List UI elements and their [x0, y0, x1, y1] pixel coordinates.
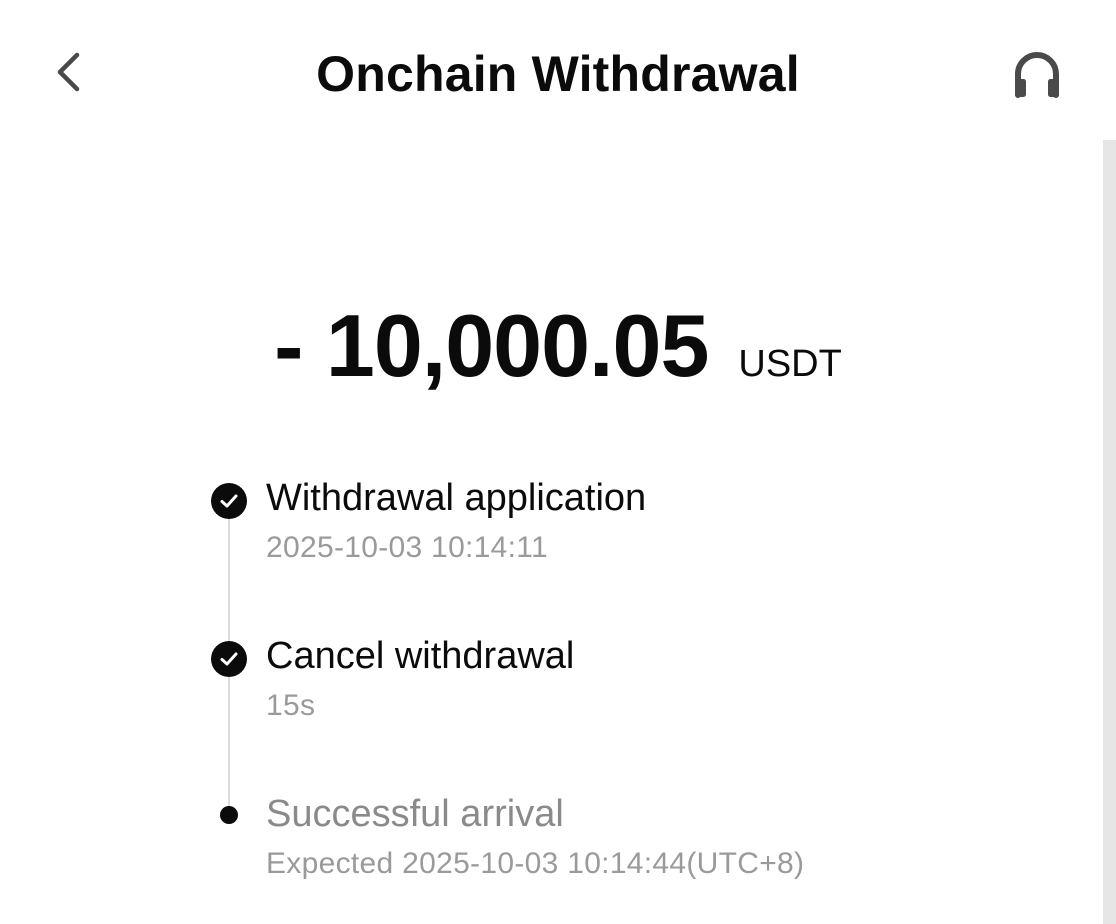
amount-value: - 10,000.05: [274, 296, 709, 395]
scrollbar[interactable]: [1103, 140, 1116, 924]
step-title-withdrawal-application: Withdrawal application: [266, 477, 647, 519]
dot-icon: [220, 806, 238, 824]
check-circle-icon: [211, 483, 247, 519]
headset-icon: [1015, 52, 1059, 98]
customer-support-button[interactable]: [1004, 44, 1070, 104]
amount-display: - 10,000.05 USDT: [0, 296, 1116, 396]
step-expected-time: Expected 2025-10-03 10:14:44(UTC+8): [266, 847, 805, 880]
header-bar: Onchain Withdrawal: [0, 0, 1116, 140]
page-title: Onchain Withdrawal: [316, 46, 800, 102]
step-title-successful-arrival: Successful arrival: [266, 793, 564, 835]
step-timestamp: 2025-10-03 10:14:11: [266, 531, 549, 564]
check-circle-icon: [211, 641, 247, 677]
step-title-cancel-withdrawal: Cancel withdrawal: [266, 635, 575, 677]
amount-unit: USDT: [738, 343, 842, 385]
step-countdown: 15s: [266, 689, 316, 722]
